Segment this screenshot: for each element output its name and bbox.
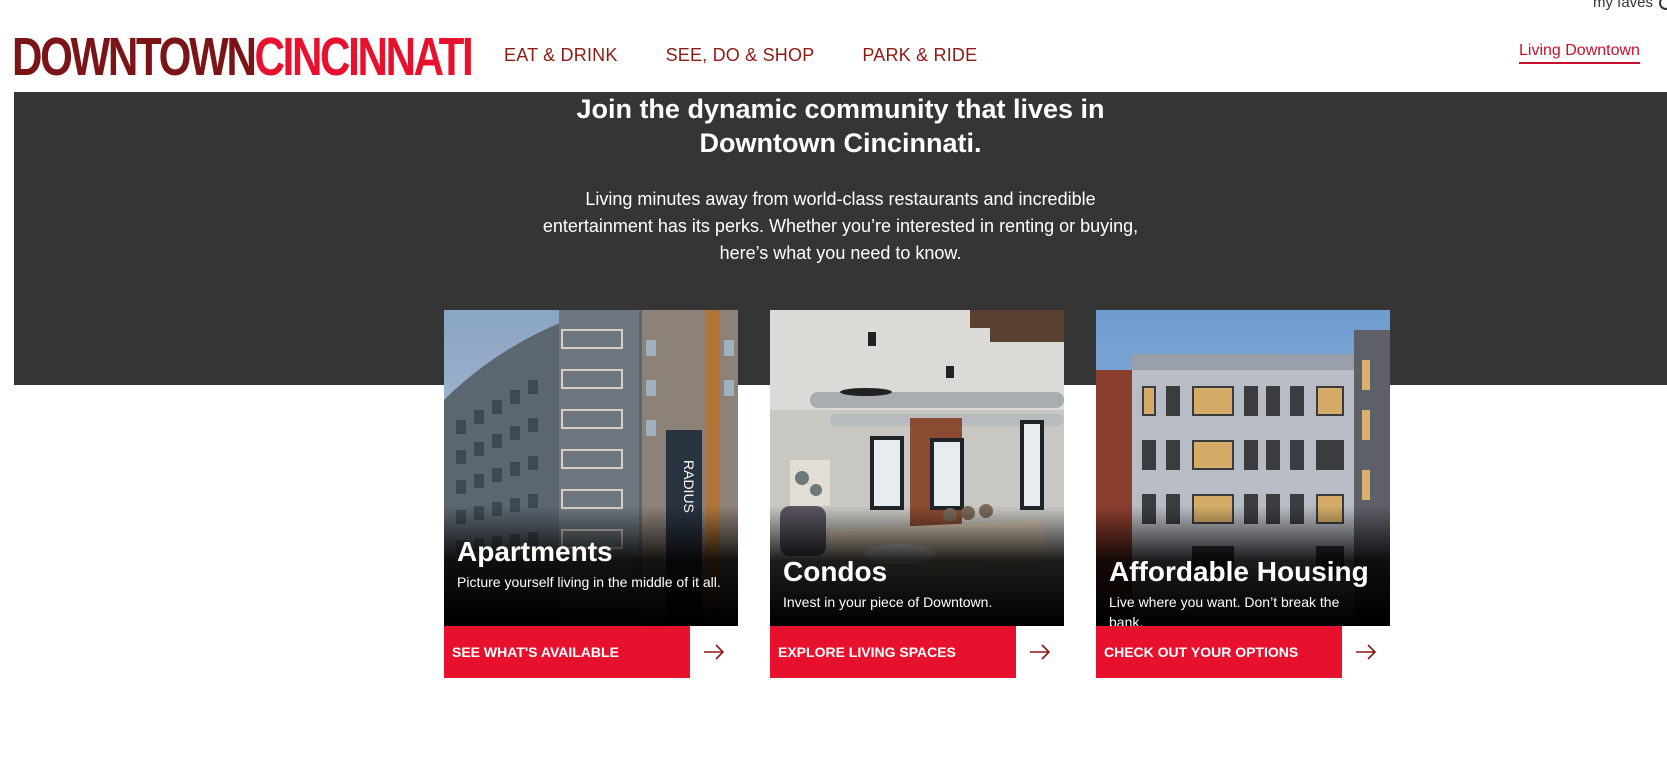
card-affordable-housing[interactable]: Affordable Housing Live where you want. … xyxy=(1096,310,1390,678)
nav-eat-drink[interactable]: EAT & DRINK xyxy=(504,45,618,66)
explore-living-spaces-button[interactable]: EXPLORE LIVING SPACES xyxy=(770,626,1016,678)
card-condos[interactable]: Condos Invest in your piece of Downtown.… xyxy=(770,310,1064,678)
card-title: Affordable Housing xyxy=(1109,556,1369,587)
housing-cards: RADIUS Apartments Picture yourself livin… xyxy=(444,310,1390,678)
nav-park-ride[interactable]: PARK & RIDE xyxy=(862,45,977,66)
radius-sign: RADIUS xyxy=(681,460,697,513)
site-header: DOWNTOWNCINCINNATI EAT & DRINK SEE, DO &… xyxy=(0,0,1667,92)
brick-building-photo: Affordable Housing Live where you want. … xyxy=(1096,310,1390,626)
arrow-right-icon[interactable] xyxy=(690,626,738,678)
card-subtitle: Live where you want. Don’t break the ban… xyxy=(1109,594,1340,626)
nav-see-do-shop[interactable]: SEE, DO & SHOP xyxy=(666,45,815,66)
logo-cincinnati: CINCINNATI xyxy=(254,27,474,87)
card-cta[interactable]: EXPLORE LIVING SPACES xyxy=(770,626,1064,678)
living-downtown-link[interactable]: Living Downtown xyxy=(1519,42,1640,64)
hero-heading: Join the dynamic community that lives in… xyxy=(14,92,1667,160)
logo-downtown: DOWNTOWN xyxy=(12,27,257,87)
apartment-building-photo: RADIUS Apartments Picture yourself livin… xyxy=(444,310,738,626)
card-title: Apartments xyxy=(457,536,613,567)
hero-heading-text: Join the dynamic community that lives in… xyxy=(576,94,1105,158)
site-logo[interactable]: DOWNTOWNCINCINNATI xyxy=(12,27,474,87)
card-apartments[interactable]: RADIUS Apartments Picture yourself livin… xyxy=(444,310,738,678)
card-subtitle: Picture yourself living in the middle of… xyxy=(457,574,721,590)
card-title: Condos xyxy=(783,556,888,587)
see-whats-available-button[interactable]: SEE WHAT'S AVAILABLE xyxy=(444,626,690,678)
check-out-your-options-button[interactable]: CHECK OUT YOUR OPTIONS xyxy=(1096,626,1342,678)
card-subtitle: Invest in your piece of Downtown. xyxy=(783,594,993,610)
hero-body-text: Living minutes away from world-class res… xyxy=(542,189,1139,263)
arrow-right-icon[interactable] xyxy=(1016,626,1064,678)
arrow-right-icon[interactable] xyxy=(1342,626,1390,678)
card-cta[interactable]: SEE WHAT'S AVAILABLE xyxy=(444,626,738,678)
condo-interior-photo: Condos Invest in your piece of Downtown. xyxy=(770,310,1064,626)
card-cta[interactable]: CHECK OUT YOUR OPTIONS xyxy=(1096,626,1390,678)
main-nav: EAT & DRINK SEE, DO & SHOP PARK & RIDE xyxy=(504,45,977,66)
hero-body: Living minutes away from world-class res… xyxy=(14,186,1667,267)
